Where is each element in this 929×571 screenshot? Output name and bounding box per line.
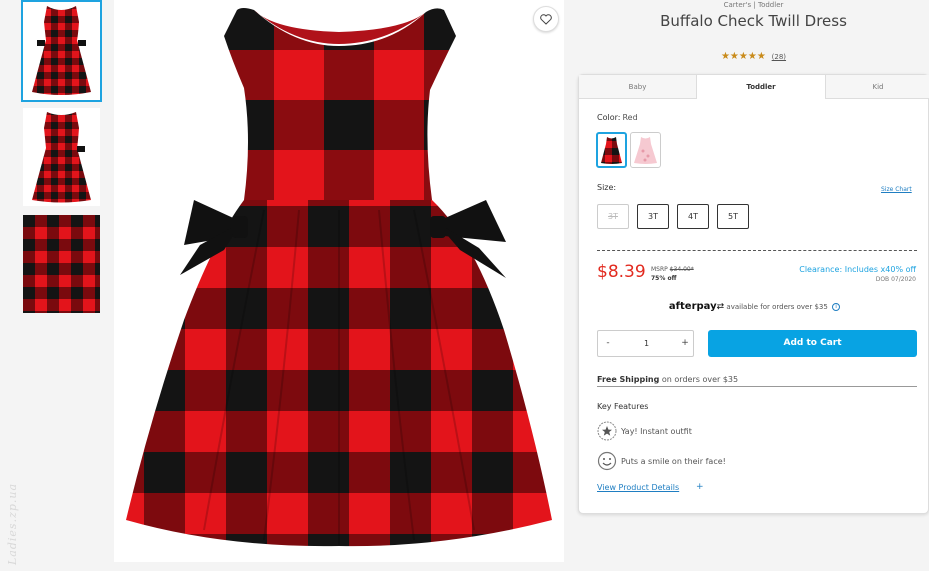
rating: ★★★★★ (28) xyxy=(578,51,929,62)
shipping-text: on orders over $35 xyxy=(661,375,739,384)
thumbnail-front-image xyxy=(32,6,91,95)
shipping-info: Free Shipping on orders over $35 xyxy=(597,375,738,384)
feature-item: Yay! Instant outfit xyxy=(597,421,692,441)
thumbnail-front[interactable] xyxy=(21,0,102,102)
quantity-decrease-button[interactable]: - xyxy=(598,331,618,356)
quantity-increase-button[interactable]: + xyxy=(675,331,695,356)
add-to-cart-button[interactable]: Add to Cart xyxy=(708,330,917,357)
size-option-5t[interactable]: 5T xyxy=(717,204,749,229)
key-features-title: Key Features xyxy=(597,402,649,411)
info-icon[interactable]: i xyxy=(832,303,841,311)
thumbnail-back[interactable] xyxy=(23,108,100,206)
swatch-red-image xyxy=(601,137,622,164)
sale-price: $8.39 xyxy=(597,262,646,282)
size-option-unavailable: 3T xyxy=(597,204,629,229)
clearance-text: Clearance: Includes x40% off xyxy=(799,265,916,274)
size-label: Size: xyxy=(597,183,617,192)
afterpay-arrows-icon: ⇄ xyxy=(716,302,725,312)
divider-line xyxy=(597,386,917,387)
afterpay-message: afterpay⇄ available for orders over $35 … xyxy=(579,301,929,312)
color-value: Red xyxy=(622,113,638,122)
size-option-3t[interactable]: 3T xyxy=(637,204,669,229)
thumbnail-fabric-image xyxy=(23,215,100,313)
thumbnail-fabric[interactable] xyxy=(23,215,100,313)
size-chart-link[interactable]: Size Chart xyxy=(881,186,912,193)
view-product-details-link[interactable]: View Product Details xyxy=(597,483,679,492)
color-label: Color: Red xyxy=(597,113,638,122)
purchase-card: Baby Toddler Kid Color: Red Size: Size C… xyxy=(578,74,929,514)
review-count-link[interactable]: (28) xyxy=(772,53,786,61)
msrp: MSRP $34.00* xyxy=(651,266,694,273)
product-title: Buffalo Check Twill Dress xyxy=(660,12,847,30)
feature-text: Puts a smile on their face! xyxy=(621,456,726,466)
swatch-pink-image xyxy=(634,137,657,164)
tab-toddler[interactable]: Toddler xyxy=(696,75,826,99)
divider xyxy=(597,250,917,251)
smiley-icon xyxy=(597,451,617,471)
product-page: Ladies.zp.ua Carter's | Toddler Buffalo … xyxy=(0,0,929,571)
brand-label: Carter's | Toddler xyxy=(723,1,784,9)
quantity-stepper: - 1 + xyxy=(597,330,694,357)
swatch-red[interactable] xyxy=(596,132,627,168)
feature-text: Yay! Instant outfit xyxy=(621,426,692,436)
tab-baby[interactable]: Baby xyxy=(579,75,696,99)
favorite-button[interactable] xyxy=(533,6,559,32)
shipping-bold: Free Shipping xyxy=(597,375,660,384)
msrp-value: $34.00* xyxy=(669,266,694,273)
afterpay-logo: afterpay xyxy=(668,301,717,312)
size-option-4t[interactable]: 4T xyxy=(677,204,709,229)
star-badge-icon xyxy=(597,421,617,441)
heart-icon xyxy=(540,13,552,25)
swatch-pink[interactable] xyxy=(630,132,661,168)
quantity-input[interactable]: 1 xyxy=(628,331,665,356)
thumbnail-back-image xyxy=(32,112,91,203)
msrp-label: MSRP xyxy=(651,266,668,273)
feature-item: Puts a smile on their face! xyxy=(597,451,726,471)
dob-text: DOB 07/2020 xyxy=(875,276,916,283)
afterpay-text: available for orders over $35 xyxy=(726,303,828,311)
color-label-text: Color: xyxy=(597,113,621,122)
dress-illustration xyxy=(126,8,552,547)
product-image xyxy=(114,0,564,562)
size-group-tabs: Baby Toddler Kid xyxy=(579,75,929,99)
discount-label: 75% off xyxy=(651,275,677,282)
product-info: Carter's | Toddler Buffalo Check Twill D… xyxy=(578,0,929,571)
star-rating-icon: ★★★★★ xyxy=(720,51,766,62)
watermark: Ladies.zp.ua xyxy=(6,482,19,565)
expand-plus-icon[interactable]: + xyxy=(696,482,704,492)
tab-kid[interactable]: Kid xyxy=(826,75,929,99)
